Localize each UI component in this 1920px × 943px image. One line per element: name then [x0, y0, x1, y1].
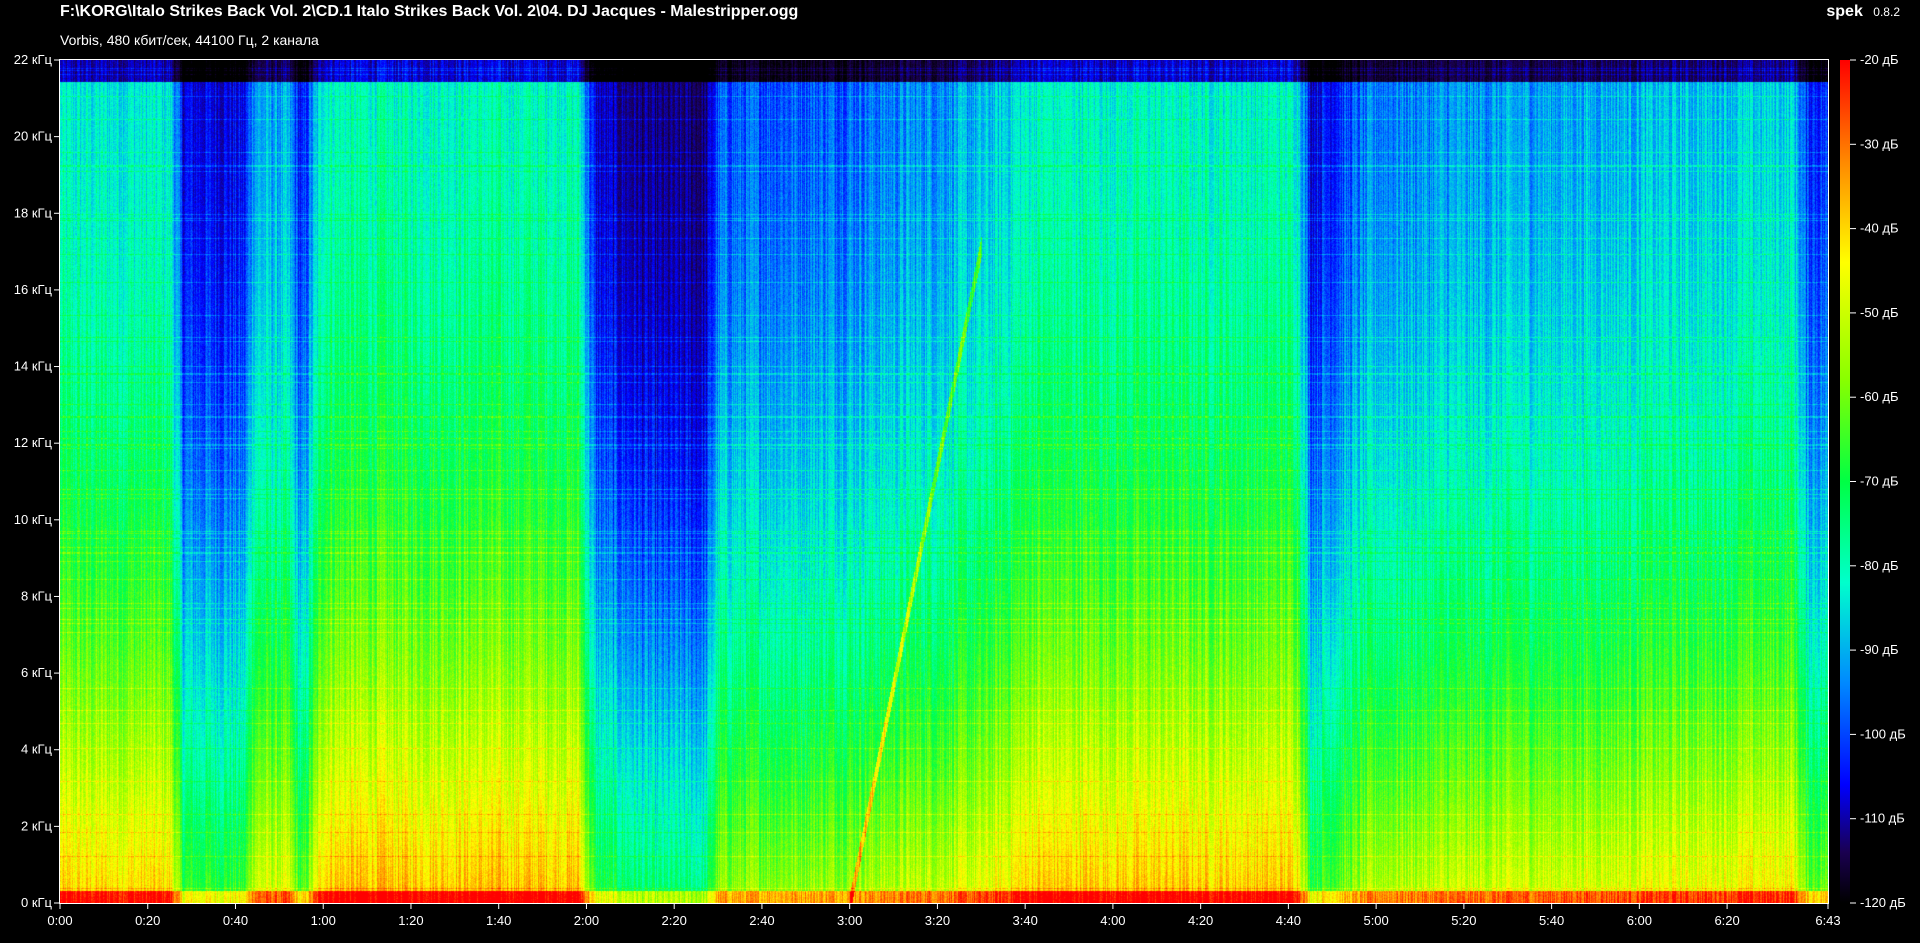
- time-tick-label: 2:00: [574, 913, 599, 928]
- time-tick-label: 6:43: [1815, 913, 1840, 928]
- db-tick-label: -110 дБ: [1860, 811, 1905, 826]
- app-brand: spek 0.8.2: [1826, 3, 1900, 21]
- app-version: 0.8.2: [1873, 5, 1900, 19]
- time-tick-label: 0:00: [47, 913, 72, 928]
- time-tick-label: 2:20: [662, 913, 687, 928]
- db-tick-label: -100 дБ: [1860, 726, 1906, 741]
- time-tick-label: 2:40: [749, 913, 774, 928]
- db-tick-label: -50 дБ: [1860, 305, 1899, 320]
- spectrogram-plot[interactable]: [60, 60, 1828, 903]
- time-tick-label: 1:00: [311, 913, 336, 928]
- time-tick-label: 1:20: [398, 913, 423, 928]
- db-tick-label: -30 дБ: [1860, 136, 1899, 151]
- time-tick-label: 4:20: [1188, 913, 1213, 928]
- db-tick-label: -70 дБ: [1860, 474, 1899, 489]
- stream-info: Vorbis, 480 кбит/сек, 44100 Гц, 2 канала: [60, 32, 319, 48]
- freq-tick-label: 14 кГц: [14, 359, 53, 374]
- time-tick-label: 6:00: [1627, 913, 1652, 928]
- db-tick-label: -120 дБ: [1860, 895, 1906, 910]
- freq-tick-label: 12 кГц: [14, 435, 53, 450]
- time-tick-label: 5:00: [1363, 913, 1388, 928]
- db-tick-label: -20 дБ: [1860, 52, 1899, 67]
- freq-tick-label: 8 кГц: [21, 588, 53, 603]
- time-tick-label: 5:20: [1451, 913, 1476, 928]
- db-tick-label: -90 дБ: [1860, 642, 1899, 657]
- time-tick-label: 6:20: [1714, 913, 1739, 928]
- freq-tick-label: 2 кГц: [21, 818, 53, 833]
- freq-tick-label: 18 кГц: [14, 205, 53, 220]
- time-tick-label: 3:00: [837, 913, 862, 928]
- freq-tick-label: 4 кГц: [21, 742, 53, 757]
- time-tick-label: 0:20: [135, 913, 160, 928]
- time-tick-label: 3:20: [925, 913, 950, 928]
- db-tick-label: -40 дБ: [1860, 221, 1899, 236]
- freq-tick-label: 22 кГц: [14, 52, 53, 67]
- freq-tick-label: 20 кГц: [14, 129, 53, 144]
- db-tick-label: -60 дБ: [1860, 389, 1899, 404]
- freq-tick-label: 0 кГц: [21, 895, 53, 910]
- time-tick-label: 3:40: [1013, 913, 1038, 928]
- time-tick-label: 0:40: [223, 913, 248, 928]
- freq-tick-label: 16 кГц: [14, 282, 53, 297]
- time-tick-label: 4:40: [1276, 913, 1301, 928]
- time-tick-label: 1:40: [486, 913, 511, 928]
- db-colorbar: [1840, 60, 1850, 903]
- file-path-title: F:\KORG\Italo Strikes Back Vol. 2\CD.1 I…: [60, 3, 799, 20]
- time-tick-label: 5:40: [1539, 913, 1564, 928]
- app-name: spek: [1826, 3, 1863, 20]
- freq-tick-label: 6 кГц: [21, 665, 53, 680]
- time-tick-label: 4:00: [1100, 913, 1125, 928]
- db-tick-label: -80 дБ: [1860, 558, 1899, 573]
- freq-tick-label: 10 кГц: [14, 512, 53, 527]
